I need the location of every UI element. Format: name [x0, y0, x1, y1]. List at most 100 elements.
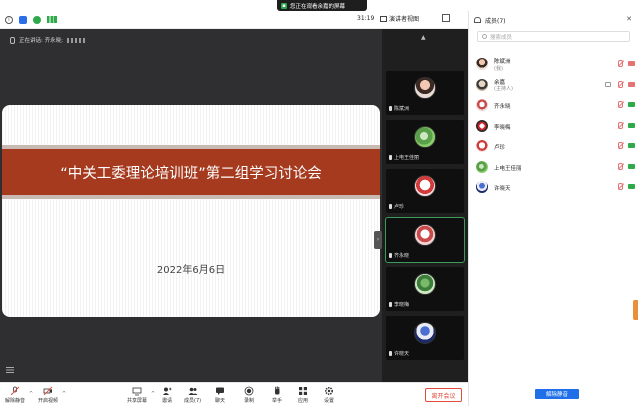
members-icon [474, 17, 481, 23]
avatar [476, 78, 488, 91]
participant-row[interactable]: 余嘉 (主持人) [469, 75, 638, 96]
participant-role: (我) [494, 65, 503, 72]
video-thumbnail-column: ▲ 陈斌洲上电王佳丽卢珍齐永晓李晓梅许晓天 [382, 29, 468, 382]
video-button[interactable]: 开启视频 [38, 386, 58, 404]
thumbnail-label: 陈斌洲 [389, 105, 409, 112]
camera-icon[interactable] [628, 102, 635, 107]
mute-options-caret[interactable]: ^ [29, 391, 33, 397]
slide-title: “中关工委理论培训班”第二组学习讨论会 [60, 165, 322, 182]
avatar [414, 175, 436, 197]
avatar [476, 140, 488, 152]
mic-off-icon [10, 386, 20, 396]
mic-muted-icon[interactable] [618, 121, 623, 129]
scroll-up-icon[interactable]: ▲ [421, 34, 426, 41]
video-options-caret[interactable]: ^ [62, 391, 66, 397]
record-icon [244, 386, 254, 396]
mic-muted-icon[interactable] [618, 183, 623, 190]
participant-list: 陈斌洲 (我) 余嘉 (主持人) 齐永晓李晓梅卢珍上电王佳丽 许晓天 [469, 54, 638, 198]
avatar [414, 322, 436, 344]
side-tab[interactable] [633, 300, 638, 320]
record-button[interactable]: 录制 [244, 386, 254, 404]
camera-icon[interactable] [628, 163, 635, 169]
collapse-thumbnails-handle[interactable]: › [374, 231, 382, 249]
slide-band-bottom [2, 195, 380, 199]
thumbnail-name: 卢珍 [394, 204, 405, 210]
settings-button[interactable]: 设置 [324, 386, 334, 404]
member-search-input[interactable]: 搜索成员 [477, 31, 630, 42]
invite-button[interactable]: 邀请 [162, 386, 172, 404]
list-menu-icon[interactable] [6, 367, 14, 373]
share-screen-button[interactable]: 共享屏幕 [127, 386, 147, 404]
leave-meeting-button[interactable]: 离开会议 [425, 388, 462, 402]
audio-wave-icon [66, 37, 87, 43]
fullscreen-icon[interactable] [442, 14, 450, 22]
mic-muted-icon[interactable] [618, 60, 623, 67]
chat-icon [216, 387, 224, 395]
video-thumbnail[interactable]: 齐永晓 [385, 217, 465, 263]
unmute-all-button[interactable]: 解除静音 [535, 389, 579, 399]
apps-icon [299, 387, 307, 395]
invite-label: 邀请 [162, 398, 173, 404]
screen-share-banner[interactable]: ▪ 您正在观看余嘉的屏幕 [277, 0, 367, 11]
camera-icon[interactable] [628, 122, 635, 128]
avatar [476, 99, 488, 111]
view-mode-label: 演讲者视图 [389, 16, 420, 23]
participant-row[interactable]: 卢珍 [469, 136, 638, 157]
participant-name: 卢珍 [494, 145, 506, 151]
avatar [414, 126, 436, 148]
participant-name: 齐永晓 [494, 104, 511, 110]
participant-row[interactable]: 陈斌洲 (我) [469, 54, 638, 75]
apps-button[interactable]: 应用 [298, 386, 308, 404]
mute-label: 解除静音 [5, 398, 26, 404]
camera-icon[interactable] [628, 143, 635, 148]
share-options-caret[interactable]: ^ [151, 391, 155, 397]
video-thumbnail[interactable]: 李晓梅 [386, 267, 464, 311]
video-thumbnail[interactable]: 上电王佳丽 [386, 120, 464, 164]
encryption-check-icon[interactable] [33, 15, 41, 24]
grid-icon [380, 15, 387, 22]
participant-name: 李晓梅 [494, 124, 511, 131]
avatar [476, 58, 488, 70]
security-shield-icon[interactable] [19, 15, 27, 24]
avatar [414, 273, 436, 295]
raise-hand-button[interactable]: 举手 [272, 386, 282, 404]
thumbnail-name: 许晓天 [394, 351, 410, 357]
speaking-mic-icon [10, 36, 15, 44]
network-signal-icon[interactable] [47, 16, 57, 23]
mute-button[interactable]: 解除静音 [5, 386, 25, 404]
meeting-toolbar: 解除静音 ^ 开启视频 ^ 共享屏幕 ^ 邀请 成员(7) 聊天 录制 举手 应… [0, 382, 468, 406]
panel-header: 成员(7) ✕ [469, 11, 638, 29]
camera-off-icon [43, 386, 53, 396]
mic-icon [389, 204, 392, 209]
mic-muted-icon[interactable] [618, 162, 623, 170]
close-icon[interactable]: ✕ [626, 15, 632, 23]
camera-icon[interactable] [628, 184, 635, 189]
participant-row[interactable]: 李晓梅 [469, 116, 638, 137]
participant-row[interactable]: 许晓天 [469, 177, 638, 198]
video-thumbnail[interactable]: 许晓天 [386, 316, 464, 360]
participant-row[interactable]: 齐永晓 [469, 95, 638, 116]
thumbnail-name: 齐永晓 [394, 253, 410, 259]
speaking-label: 正在讲话: 齐永晓; [19, 38, 63, 44]
camera-icon[interactable] [628, 81, 635, 87]
mic-muted-icon[interactable] [618, 142, 623, 149]
share-label: 共享屏幕 [127, 398, 148, 404]
speaking-indicator: 正在讲话: 齐永晓; [10, 36, 87, 44]
chat-button[interactable]: 聊天 [215, 386, 225, 404]
search-icon [482, 34, 487, 39]
shared-screen-stage: 正在讲话: 齐永晓; “中关工委理论培训班”第二组学习讨论会 2022年6月6日… [0, 29, 382, 382]
participant-row[interactable]: 上电王佳丽 [469, 157, 638, 178]
members-button[interactable]: 成员(7) [184, 386, 201, 404]
participant-role: (主持人) [494, 86, 513, 92]
video-thumbnail[interactable]: 卢珍 [386, 169, 464, 213]
raise-hand-label: 举手 [272, 398, 283, 404]
camera-icon[interactable] [628, 61, 635, 66]
video-thumbnail[interactable]: 陈斌洲 [386, 71, 464, 115]
mic-muted-icon[interactable] [618, 80, 623, 88]
apps-label: 应用 [298, 398, 309, 404]
avatar [476, 119, 488, 132]
info-icon[interactable]: i [5, 15, 13, 24]
mic-muted-icon[interactable] [618, 101, 623, 108]
view-mode-button[interactable]: 演讲者视图 [380, 14, 419, 23]
gear-icon [324, 386, 334, 396]
